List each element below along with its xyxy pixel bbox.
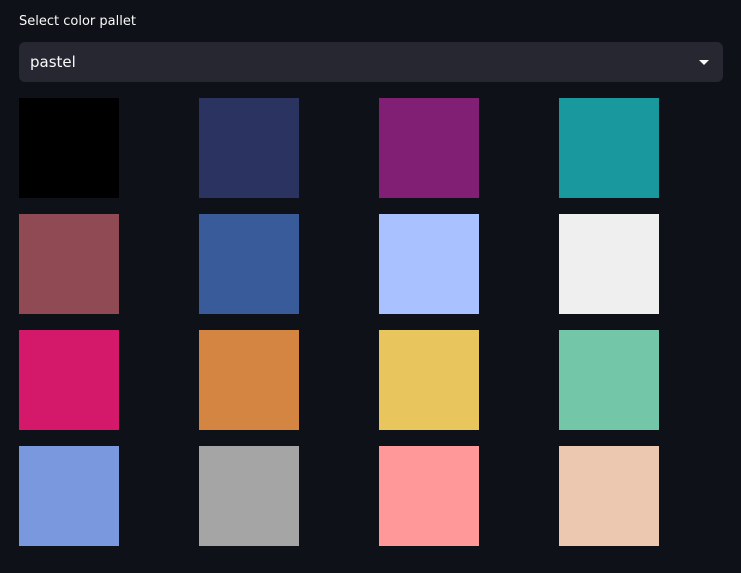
color-swatch: [199, 98, 299, 198]
color-swatch: [559, 98, 659, 198]
chevron-down-icon[interactable]: [699, 60, 709, 65]
color-swatch: [19, 446, 119, 546]
color-swatch: [559, 446, 659, 546]
color-swatch: [559, 214, 659, 314]
select-value: pastel: [30, 53, 76, 71]
color-swatch: [559, 330, 659, 430]
color-swatch: [199, 214, 299, 314]
color-swatch: [379, 330, 479, 430]
color-swatch: [19, 214, 119, 314]
app: Select color pallet pastel: [0, 0, 741, 573]
color-swatch: [199, 330, 299, 430]
color-swatch: [379, 98, 479, 198]
color-swatch: [199, 446, 299, 546]
select-label: Select color pallet: [19, 14, 136, 29]
color-swatch: [379, 214, 479, 314]
palette-select[interactable]: pastel: [19, 42, 723, 82]
color-swatch: [19, 330, 119, 430]
swatch-grid: [19, 98, 659, 546]
color-swatch: [379, 446, 479, 546]
color-swatch: [19, 98, 119, 198]
